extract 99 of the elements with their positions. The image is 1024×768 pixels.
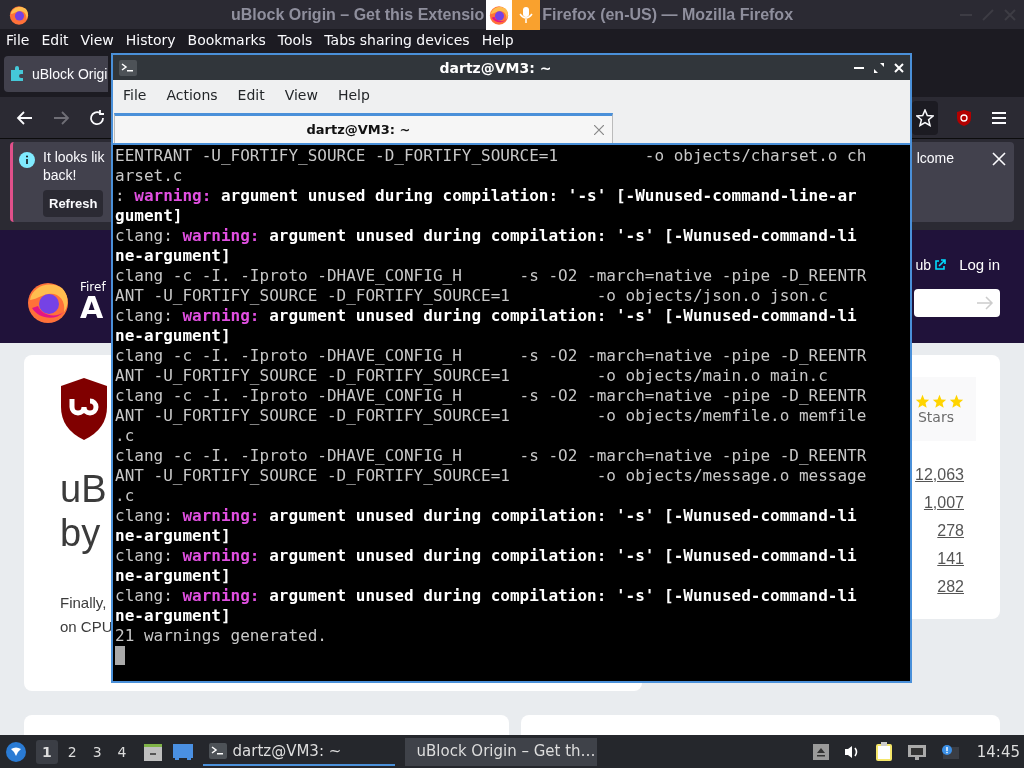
terminal-icon [208,742,227,759]
shield-icon [60,377,108,441]
terminal-line: ANT -U_FORTIFY_SOURCE -D_FORTIFY_SOURCE=1 -o objects/memfile.o memfile [115,406,868,426]
terminal-line: gument] [115,206,184,226]
menu-item[interactable]: History [125,31,176,48]
menu-item[interactable]: Edit [237,87,265,103]
terminal-line: ne-argument] [115,326,232,346]
terminal-line: clang: warning: argument unused during compilation: '-s' [-Wunused-command-li [115,586,858,606]
terminal-line: .c [115,426,136,446]
network-icon[interactable] [906,743,927,760]
search-field[interactable] [914,289,1000,318]
terminal-line: clang: warning: argument unused during compilation: '-s' [-Wunused-command-li [115,226,858,246]
star-icon [949,393,964,409]
menu-item[interactable]: View [284,87,318,103]
sharing-indicator[interactable] [486,0,541,30]
menu-item[interactable]: Edit [41,31,69,48]
taskbar-task[interactable]: dartz@VM3: ~ [202,737,395,766]
firefox-logo-icon [488,4,511,26]
star-icon [915,393,930,409]
addon-description: Finally, [60,593,108,613]
terminal-line: .c [115,486,136,506]
brand-text: A [80,292,104,323]
terminal-line: clang: warning: argument unused during compilation: '-s' [-Wunused-command-li [115,306,858,326]
terminal-icon [119,59,137,76]
menu-icon[interactable] [990,109,1008,126]
menu-item[interactable]: File [6,31,30,48]
browser-tab[interactable]: uBlock Origi [4,55,108,92]
external-link-icon [934,258,947,271]
eject-icon[interactable] [812,743,829,760]
login-link[interactable]: Log in [959,256,1000,274]
window-title: uBlock Origin – Get this Extensio [230,6,485,24]
rating-count-link[interactable]: 141 [937,547,964,571]
menu-item[interactable]: File [123,87,147,103]
terminal-line: 21 warnings generated. [115,626,328,646]
clock: 14:45 [976,742,1020,761]
menu-item[interactable]: Tabs sharing devices [324,31,470,48]
workspace-button[interactable]: 3 [86,739,108,764]
file-cabinet-icon[interactable] [142,741,163,762]
microphone-icon [512,0,541,30]
menu-item[interactable]: Actions [166,87,218,103]
firefox-logo-icon [8,3,30,26]
terminal-line: : warning: argument unused during compilation: '-s' [-Wunused-command-line-ar [115,186,858,206]
brand-text: Firef [80,280,106,293]
start-menu-icon[interactable] [6,741,26,762]
clipboard-icon[interactable] [874,741,893,762]
taskbar-task[interactable]: uBlock Origin – Get th… [404,737,597,766]
terminal-line: ne-argument] [115,246,232,266]
notification-icon[interactable] [940,743,959,760]
star-icon [916,108,934,127]
notification-text: It looks lik [43,148,105,167]
terminal-line: clang: warning: argument unused during compilation: '-s' [-Wunused-command-li [115,506,858,526]
terminal-line: ne-argument] [115,566,232,586]
terminal-line: ANT -U_FORTIFY_SOURCE -D_FORTIFY_SOURCE=1 -o objects/json.o json.c [115,286,829,306]
terminal-line: clang: warning: argument unused during compilation: '-s' [-Wunused-command-li [115,546,858,566]
terminal-tab[interactable]: dartz@VM3: ~ [114,113,613,143]
rating-count-link[interactable]: 278 [937,519,964,543]
terminal-line: EENTRANT -U_FORTIFY_SOURCE -D_FORTIFY_SOURCE=1 -o objects/charset.o ch [115,146,868,166]
rating-count-link[interactable]: 12,063 [915,463,964,487]
info-icon [19,152,35,169]
puzzle-icon [8,64,26,83]
terminal-line: ne-argument] [115,606,232,626]
terminal-line: ANT -U_FORTIFY_SOURCE -D_FORTIFY_SOURCE=1 -o objects/main.o main.c [115,366,829,386]
text-cursor [115,646,125,665]
workspace-button[interactable]: 4 [111,739,133,764]
terminal-line: clang -c -I. -Iproto -DHAVE_CONFIG_H -s -O2 -march=native -pipe -D_REENTR [115,446,868,466]
rating-label: Stars [918,408,954,425]
window-title: dartz@VM3: ~ [439,59,552,76]
notification-text: lcome [916,150,954,167]
addon-name: uB [60,467,107,511]
refresh-button[interactable]: Refresh [43,190,104,218]
terminal-line: ne-argument] [115,526,232,546]
star-icon [932,393,947,409]
menu-item[interactable]: View [80,31,114,48]
workspace-button[interactable]: 1 [36,739,58,764]
terminal-line: ANT -U_FORTIFY_SOURCE -D_FORTIFY_SOURCE=1 -o objects/message.o message [115,466,868,486]
addon-description: on CPU [60,617,113,637]
desktop-icon[interactable] [172,743,193,760]
rating-count-link[interactable]: 1,007 [923,491,964,515]
maximize-icon[interactable] [874,62,884,73]
terminal-line: clang -c -I. -Iproto -DHAVE_CONFIG_H -s -O2 -march=native -pipe -D_REENTR [115,386,868,406]
menu-item[interactable]: Help [337,87,370,103]
forward-icon[interactable] [52,108,70,127]
menu-item[interactable]: Tools [277,31,313,48]
addon-author: by [60,511,101,555]
menu-item[interactable]: Help [481,31,514,48]
arrow-icon [976,296,994,311]
terminal-line: clang -c -I. -Iproto -DHAVE_CONFIG_H -s -O2 -march=native -pipe -D_REENTR [115,266,868,286]
terminal-line: arset.c [115,166,184,186]
back-icon[interactable] [16,108,34,127]
terminal-line: clang -c -I. -Iproto -DHAVE_CONFIG_H -s -O2 -march=native -pipe -D_REENTR [115,346,868,366]
window-title: Firefox (en-US) — Mozilla Firefox [542,6,794,24]
menu-item[interactable]: Bookmarks [187,31,266,48]
workspace-button[interactable]: 2 [61,739,83,764]
rating-count-link[interactable]: 282 [937,575,964,599]
notification-text: back! [43,166,78,185]
shield-icon[interactable] [956,108,972,127]
reload-icon[interactable] [88,108,106,127]
header-link[interactable]: ub [915,256,932,273]
bookmark-button[interactable] [912,100,938,135]
